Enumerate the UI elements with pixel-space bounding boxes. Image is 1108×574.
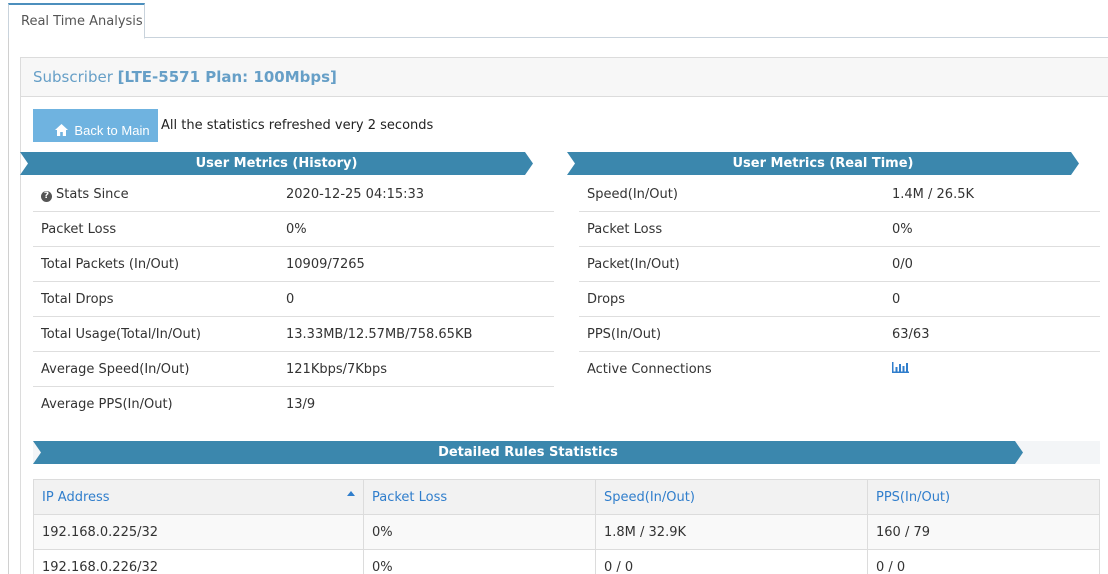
realtime-row: PPS(In/Out) 63/63 [579, 317, 1100, 352]
column-header-ip-address[interactable]: IP Address [34, 480, 364, 514]
history-row-label: Average PPS(In/Out) [41, 397, 173, 412]
active-connections-link[interactable] [892, 362, 909, 377]
cell-ip-address: 192.168.0.225/32 [34, 515, 364, 549]
realtime-row-value: 0 [892, 292, 901, 307]
history-row: Average PPS(In/Out) 13/9 [33, 387, 554, 422]
subscriber-name: [LTE-5571 Plan: 100Mbps] [117, 68, 337, 86]
realtime-row-label: PPS(In/Out) [587, 327, 662, 342]
realtime-row: Active Connections [579, 352, 1100, 387]
cell-pps: 0 / 0 [876, 560, 906, 574]
cell-ip-address: 192.168.0.226/32 [34, 550, 364, 574]
history-row-label: Total Drops [41, 292, 114, 307]
realtime-row-label: Packet Loss [587, 222, 663, 237]
history-row-label: ? Stats Since [41, 187, 129, 202]
realtime-row-value: 0% [892, 222, 913, 237]
history-row-value: 13.33MB/12.57MB/758.65KB [286, 327, 473, 342]
history-row-label: Packet Loss [41, 222, 117, 237]
column-header-packet-loss[interactable]: Packet Loss [364, 480, 596, 514]
table-row: 192.168.0.226/32 0% 0 / 0 0 / 0 [33, 550, 1100, 574]
history-row: Total Drops 0 [33, 282, 554, 317]
cell-packet-loss: 0% [364, 550, 596, 574]
history-row-label: Total Usage(Total/In/Out) [41, 327, 201, 342]
history-row: Total Packets (In/Out) 10909/7265 [33, 247, 554, 282]
history-row-label: Total Packets (In/Out) [41, 257, 180, 272]
question-icon[interactable]: ? [41, 191, 52, 202]
panel-header: Subscriber [LTE-5571 Plan: 100Mbps] [21, 58, 1108, 97]
realtime-row: Packet Loss 0% [579, 212, 1100, 247]
details-section-header: Detailed Rules Statistics [33, 441, 1023, 464]
history-row-label: Average Speed(In/Out) [41, 362, 190, 377]
panel-title-prefix: Subscriber [33, 68, 118, 86]
home-icon [55, 123, 69, 136]
realtime-row: Packet(In/Out) 0/0 [579, 247, 1100, 282]
realtime-row-label: Active Connections [587, 362, 712, 377]
page-root: Real Time Analysis Subscriber [LTE-5571 … [0, 0, 1108, 574]
history-section-header: User Metrics (History) [20, 152, 533, 175]
history-row: Packet Loss 0% [33, 212, 554, 247]
back-to-main-button[interactable]: Back to Main [33, 109, 158, 142]
history-row-value: 2020-12-25 04:15:33 [286, 187, 425, 202]
column-header-pps[interactable]: PPS(In/Out) [868, 480, 1099, 514]
column-header-speed[interactable]: Speed(In/Out) [596, 480, 868, 514]
back-to-main-label: Back to Main [74, 122, 150, 138]
history-row-value: 10909/7265 [286, 257, 365, 272]
history-row: Average Speed(In/Out) 121Kbps/7Kbps [33, 352, 554, 387]
history-row: ? Stats Since 2020-12-25 04:15:33 [33, 177, 554, 212]
realtime-row: Drops 0 [579, 282, 1100, 317]
cell-speed: 0 / 0 [596, 550, 868, 574]
realtime-row-value: 1.4M / 26.5K [892, 187, 975, 202]
bar-chart-icon[interactable] [892, 362, 909, 373]
cell-speed: 1.8M / 32.9K [596, 515, 868, 549]
realtime-section-header: User Metrics (Real Time) [567, 152, 1079, 175]
table-header: IP Address Packet Loss Speed(In/Out) PPS… [33, 479, 1100, 515]
realtime-row-label: Speed(In/Out) [587, 187, 678, 202]
realtime-row-value: 63/63 [892, 327, 930, 342]
realtime-row: Speed(In/Out) 1.4M / 26.5K [579, 177, 1100, 212]
history-row-value: 0% [286, 222, 307, 237]
realtime-row-label: Packet(In/Out) [587, 257, 680, 272]
cell-packet-loss: 0% [364, 515, 596, 549]
history-row-value: 13/9 [286, 397, 316, 412]
history-row-value: 121Kbps/7Kbps [286, 362, 388, 377]
sort-ascending-icon[interactable] [347, 491, 355, 496]
realtime-row-value: 0/0 [892, 257, 913, 272]
tab-bar: Real Time Analysis [8, 0, 1108, 39]
cell-pps: 160 / 79 [876, 525, 930, 540]
realtime-row-label: Drops [587, 292, 626, 307]
history-row-value: 0 [286, 292, 295, 307]
table-row: 192.168.0.225/32 0% 1.8M / 32.9K 160 / 7… [33, 515, 1100, 550]
history-row: Total Usage(Total/In/Out) 13.33MB/12.57M… [33, 317, 554, 352]
refresh-note: All the statistics refreshed very 2 seco… [161, 118, 434, 133]
tab-real-time-analysis[interactable]: Real Time Analysis [8, 3, 145, 39]
